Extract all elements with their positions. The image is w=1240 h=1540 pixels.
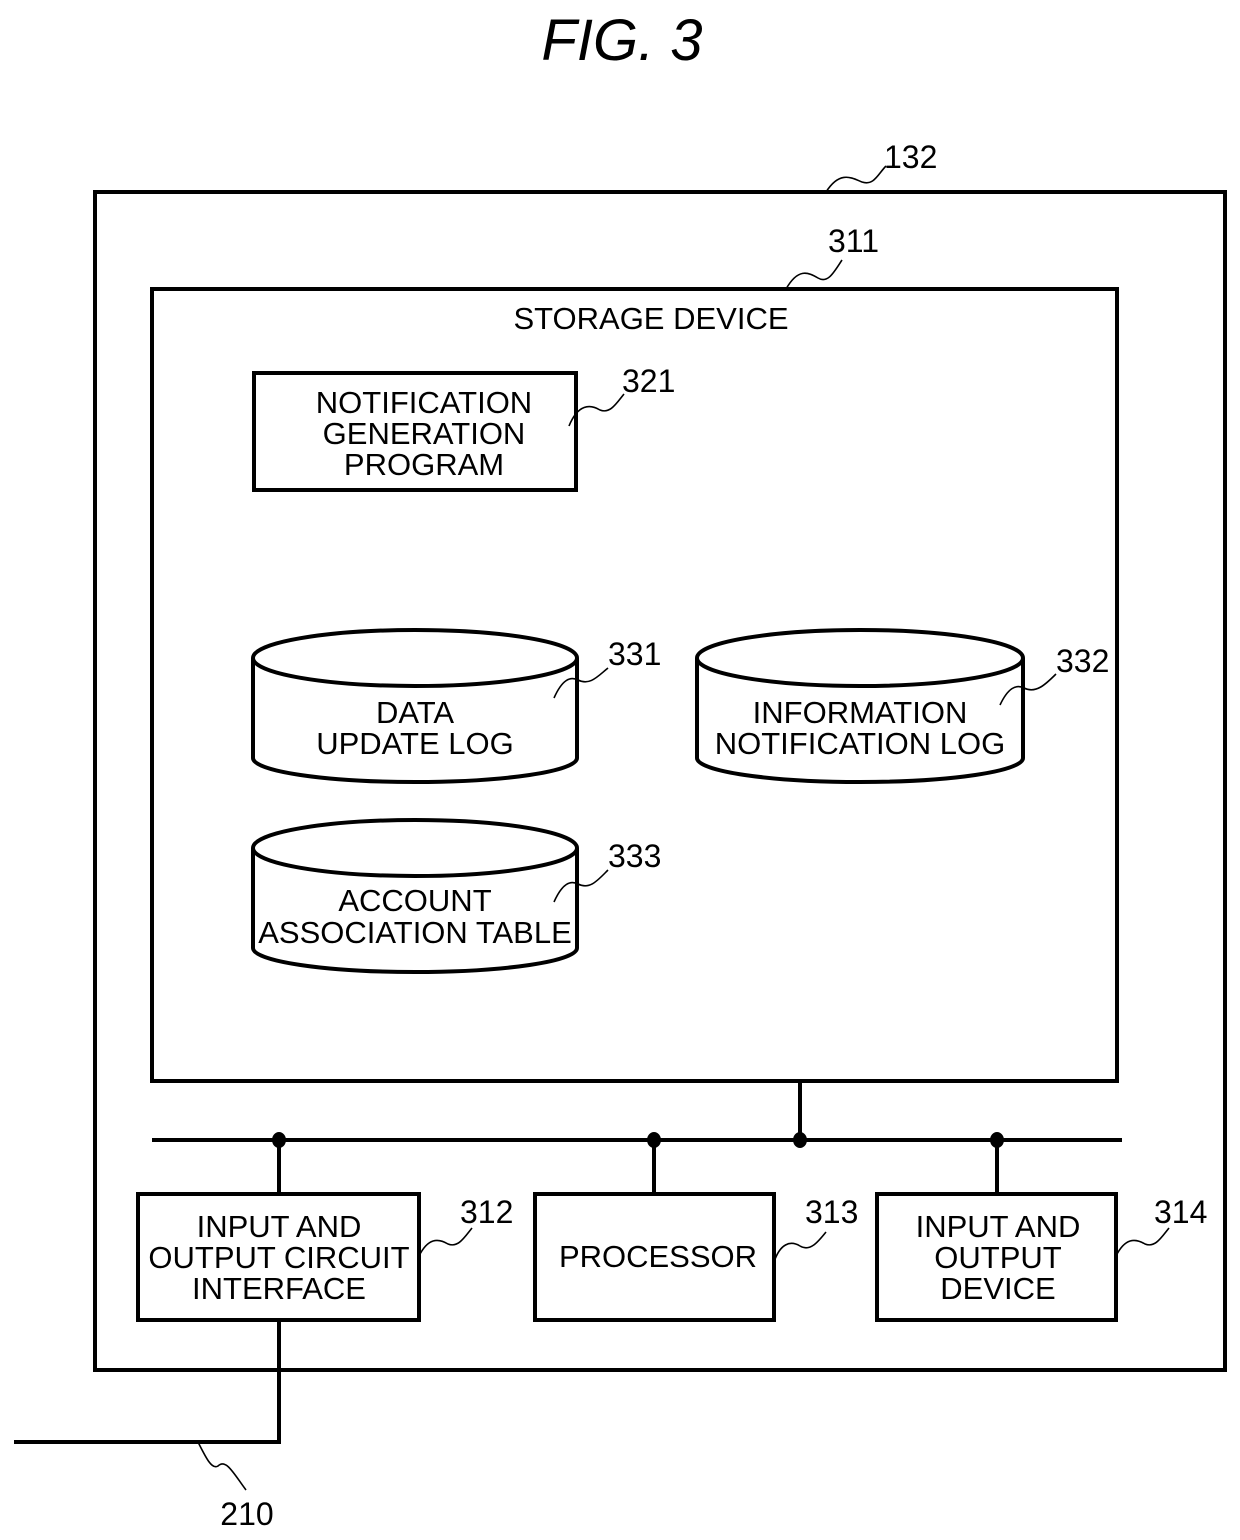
ref-information-notification-log: 332: [1056, 643, 1109, 679]
processor-label: PROCESSOR: [559, 1239, 757, 1274]
ref-program: 321: [622, 363, 675, 399]
data-update-log-line-2: UPDATE LOG: [316, 726, 514, 761]
program-label-line-2: GENERATION: [323, 416, 526, 451]
account-association-table-line-2: ASSOCIATION TABLE: [258, 915, 572, 950]
storage-device-label: STORAGE DEVICE: [513, 301, 788, 336]
program-label-line-1: NOTIFICATION: [316, 385, 532, 420]
io-circuit-interface-line-2: OUTPUT CIRCUIT: [148, 1240, 409, 1275]
io-device-line-3: DEVICE: [940, 1271, 1055, 1306]
ref-processor: 313: [805, 1194, 858, 1230]
information-notification-log-line-2: NOTIFICATION LOG: [715, 726, 1006, 761]
ref-io-circuit-interface: 312: [460, 1194, 513, 1230]
ref-data-update-log: 331: [608, 636, 661, 672]
io-circuit-interface-line-1: INPUT AND: [197, 1209, 362, 1244]
data-update-log-line-1: DATA: [376, 695, 454, 730]
bus-junction-storage: [793, 1132, 807, 1148]
ref-network: 210: [220, 1496, 273, 1532]
program-label-line-3: PROGRAM: [344, 447, 504, 482]
ref-io-device: 314: [1154, 1194, 1207, 1230]
leader-device: [825, 165, 887, 193]
figure-title: FIG. 3: [541, 8, 702, 73]
account-association-table-line-1: ACCOUNT: [338, 883, 491, 918]
leader-network: [197, 1441, 247, 1491]
program-label: NOTIFICATION GENERATION PROGRAM: [316, 385, 532, 482]
ref-storage: 311: [828, 223, 879, 259]
information-notification-log-line-1: INFORMATION: [753, 695, 968, 730]
ref-account-association-table: 333: [608, 838, 661, 874]
io-device-line-1: INPUT AND: [916, 1209, 1081, 1244]
io-circuit-interface-line-3: INTERFACE: [192, 1271, 366, 1306]
io-device-line-2: OUTPUT: [934, 1240, 1062, 1275]
diagram-canvas: FIG. 3 132 STORAGE DEVICE 311 NOTIFICATI…: [14, 8, 1227, 1532]
ref-device: 132: [884, 139, 937, 175]
